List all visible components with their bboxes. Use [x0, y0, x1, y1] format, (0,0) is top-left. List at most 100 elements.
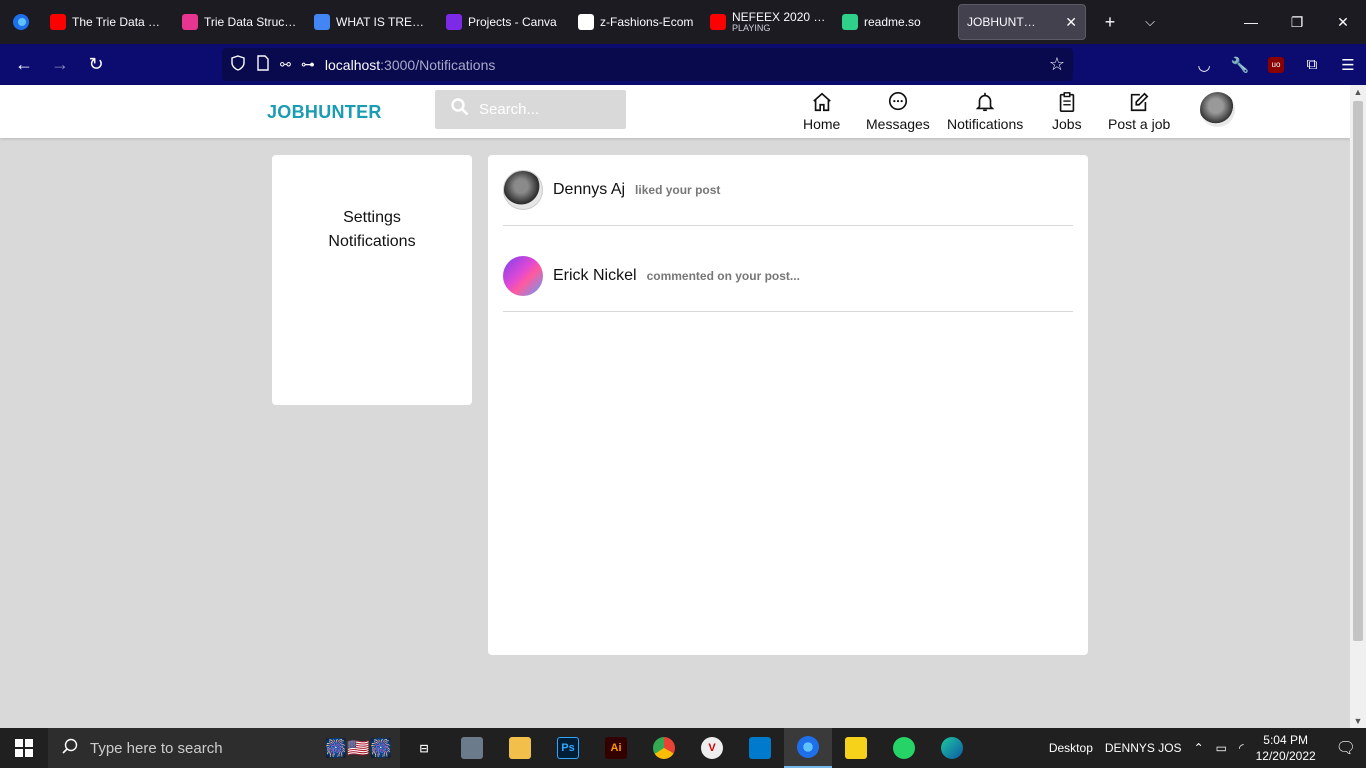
search-icon — [451, 98, 469, 121]
list-tabs-chevron-icon[interactable]: ⌵ — [1130, 0, 1170, 44]
app-logo[interactable]: JOBHUNTER — [267, 102, 382, 123]
url-path: :3000/Notifications — [380, 56, 496, 73]
desktop-toolbar-label[interactable]: Desktop — [1049, 741, 1093, 755]
avatar[interactable] — [503, 170, 543, 210]
browser-tab-label: Projects - Canva — [468, 15, 557, 29]
hamburger-menu-icon[interactable]: ☰ — [1330, 56, 1366, 74]
ublock-icon[interactable]: uo — [1258, 56, 1294, 73]
nav-home[interactable]: Home — [803, 91, 840, 132]
app-header: JOBHUNTER Home Messages Notifications Jo… — [0, 85, 1350, 138]
firefox-taskbar-icon[interactable] — [784, 728, 832, 768]
notification-item[interactable]: Dennys Aj liked your post — [503, 155, 1073, 226]
firefox-menu-icon[interactable] — [0, 0, 42, 44]
photos-app-icon[interactable] — [448, 728, 496, 768]
browser-tab-label: z-Fashions-Ecom — [600, 15, 694, 29]
back-arrow-icon[interactable]: ← — [6, 47, 42, 83]
notification-user-name[interactable]: Erick Nickel — [553, 267, 637, 285]
home-icon — [812, 92, 831, 112]
clock-time: 5:04 PM — [1263, 733, 1308, 747]
avatar[interactable] — [503, 256, 543, 296]
browser-tab-label: NEFEEX 2020 || To — [732, 11, 826, 23]
tab-jobhunter-label: JOBHUNTER — [967, 15, 1040, 29]
close-window-icon[interactable]: ✕ — [1320, 0, 1366, 44]
sidebar-notifications-link[interactable]: Notifications — [272, 233, 472, 251]
illustrator-icon[interactable]: Ai — [592, 728, 640, 768]
chat-bubble-icon — [888, 92, 907, 111]
whatsapp-icon[interactable] — [880, 728, 928, 768]
pocket-icon[interactable]: ◡ — [1186, 56, 1222, 74]
browser-tab[interactable]: readme.so — [834, 0, 954, 44]
bookmark-star-icon[interactable]: ☆ — [1049, 54, 1065, 75]
clipboard-icon — [1059, 92, 1075, 112]
google-icon — [314, 14, 330, 30]
scrollbar-thumb[interactable] — [1353, 101, 1363, 641]
page-viewport: JOBHUNTER Home Messages Notifications Jo… — [0, 85, 1350, 728]
browser-tab[interactable]: Projects - Canva — [438, 0, 570, 44]
task-view-icon[interactable]: ⊟ — [400, 728, 448, 768]
vscode-icon[interactable] — [736, 728, 784, 768]
notification-center-icon[interactable]: 🗨 — [1336, 738, 1356, 758]
permissions-icon[interactable]: ⚯ — [280, 57, 291, 73]
wrench-icon[interactable]: 🔧 — [1222, 56, 1258, 74]
user-toolbar-label[interactable]: DENNYS JOS — [1105, 741, 1182, 755]
scroll-up-icon[interactable]: ▲ — [1350, 87, 1366, 97]
search-icon — [62, 738, 78, 758]
photoshop-icon[interactable]: Ps — [544, 728, 592, 768]
page-info-icon[interactable] — [256, 55, 270, 74]
url-bar[interactable]: ⚯ ⊶ localhost:3000/Notifications ☆ — [222, 48, 1073, 81]
nav-jobs[interactable]: Jobs — [1052, 91, 1082, 132]
profile-avatar[interactable] — [1200, 92, 1235, 127]
page-scrollbar[interactable]: ▲ ▼ — [1350, 85, 1366, 728]
chevron-up-icon[interactable]: ⌃ — [1194, 741, 1204, 755]
nav-messages-label: Messages — [866, 116, 930, 132]
shield-icon[interactable] — [230, 55, 246, 74]
browser-tab[interactable]: The Trie Data Stru — [42, 0, 174, 44]
scroll-down-icon[interactable]: ▼ — [1350, 716, 1366, 726]
file-explorer-icon[interactable] — [496, 728, 544, 768]
battery-icon[interactable]: ▭ — [1216, 741, 1227, 755]
browser-tab[interactable]: Trie Data Structur — [174, 0, 306, 44]
reload-icon[interactable]: ↻ — [78, 47, 114, 83]
nav-post-job[interactable]: Post a job — [1108, 91, 1170, 132]
minimize-icon[interactable]: — — [1228, 0, 1274, 44]
browser-tab-playing-label: PLAYING — [732, 23, 771, 33]
search-highlight-fireworks-icon: 🎆🇺🇸🎆 — [324, 737, 392, 758]
nav-jobs-label: Jobs — [1052, 116, 1082, 132]
tab-jobhunter[interactable]: JOBHUNTER ✕ — [958, 4, 1086, 40]
readme-icon — [842, 14, 858, 30]
chrome-icon[interactable] — [640, 728, 688, 768]
nav-messages[interactable]: Messages — [866, 91, 930, 132]
url-host: localhost — [324, 56, 381, 73]
notification-user-name[interactable]: Dennys Aj — [553, 181, 625, 199]
restore-icon[interactable]: ❐ — [1274, 0, 1320, 44]
edge-icon[interactable] — [928, 728, 976, 768]
notification-item[interactable]: Erick Nickel commented on your post... — [503, 241, 1073, 312]
browser-tab-label: WHAT IS TREE DA — [336, 15, 430, 29]
sticky-notes-icon[interactable] — [832, 728, 880, 768]
new-tab-icon[interactable]: + — [1090, 0, 1130, 44]
key-icon[interactable]: ⊶ — [301, 56, 315, 73]
nav-notifications[interactable]: Notifications — [947, 91, 1023, 132]
browser-tab[interactable]: WHAT IS TREE DA — [306, 0, 438, 44]
wifi-icon[interactable]: ◜ — [1239, 741, 1244, 755]
sidebar-settings-link[interactable]: Settings — [272, 209, 472, 227]
youtube-icon — [710, 14, 726, 30]
windows-start-icon[interactable] — [0, 728, 48, 768]
bell-icon — [975, 92, 995, 112]
browser-tab-label: The Trie Data Stru — [72, 15, 166, 29]
vivaldi-icon[interactable]: V — [688, 728, 736, 768]
notification-action-text: liked your post — [635, 183, 721, 197]
search-box[interactable] — [435, 90, 626, 129]
clock-date: 12/20/2022 — [1255, 749, 1316, 763]
browser-tab[interactable]: z-Fashions-Ecom — [570, 0, 702, 44]
forward-arrow-icon[interactable]: → — [42, 47, 78, 83]
github-icon — [578, 14, 594, 30]
taskbar-clock[interactable]: 5:04 PM 12/20/2022 — [1256, 732, 1316, 764]
taskbar-search[interactable]: Type here to search 🎆🇺🇸🎆 — [48, 728, 400, 768]
nav-home-label: Home — [803, 116, 841, 132]
browser-nav-bar: ← → ↻ ⚯ ⊶ localhost:3000/Notifications ☆… — [0, 44, 1366, 85]
extensions-icon[interactable]: ⧉ — [1294, 56, 1330, 73]
search-input[interactable] — [479, 101, 619, 118]
close-tab-icon[interactable]: ✕ — [1065, 14, 1077, 31]
browser-tab[interactable]: NEFEEX 2020 || To PLAYING — [702, 0, 834, 44]
